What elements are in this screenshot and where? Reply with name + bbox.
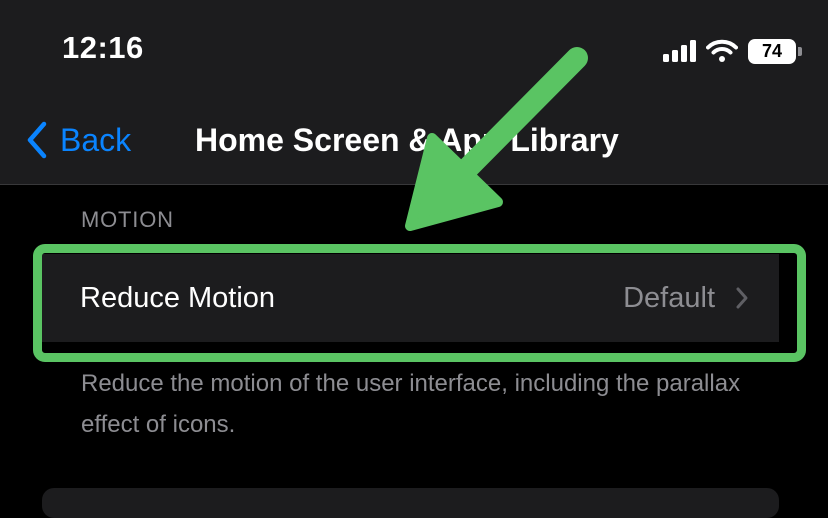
page-title: Home Screen & App Library <box>195 122 619 158</box>
reduce-motion-row[interactable]: Reduce Motion Default <box>42 254 779 342</box>
battery-level: 74 <box>761 40 783 61</box>
back-label: Back <box>60 121 132 158</box>
section-header-motion: MOTION <box>81 207 174 232</box>
wifi-icon <box>706 39 738 62</box>
chevron-right-icon <box>736 287 748 309</box>
chevron-left-icon <box>27 121 47 159</box>
battery-icon: 74 <box>748 38 802 64</box>
reduce-motion-value: Default <box>623 281 715 314</box>
navigation-bar-divider <box>0 184 828 185</box>
status-icons: 74 <box>663 34 802 68</box>
reduce-motion-label: Reduce Motion <box>80 282 276 314</box>
next-section-row <box>42 488 779 518</box>
back-button[interactable]: Back <box>26 118 131 162</box>
cellular-signal-icon <box>663 40 696 62</box>
status-time: 12:16 <box>62 30 144 65</box>
section-footer-motion: Reduce the motion of the user interface,… <box>81 370 741 438</box>
reduce-motion-value-group: Default <box>623 254 749 342</box>
